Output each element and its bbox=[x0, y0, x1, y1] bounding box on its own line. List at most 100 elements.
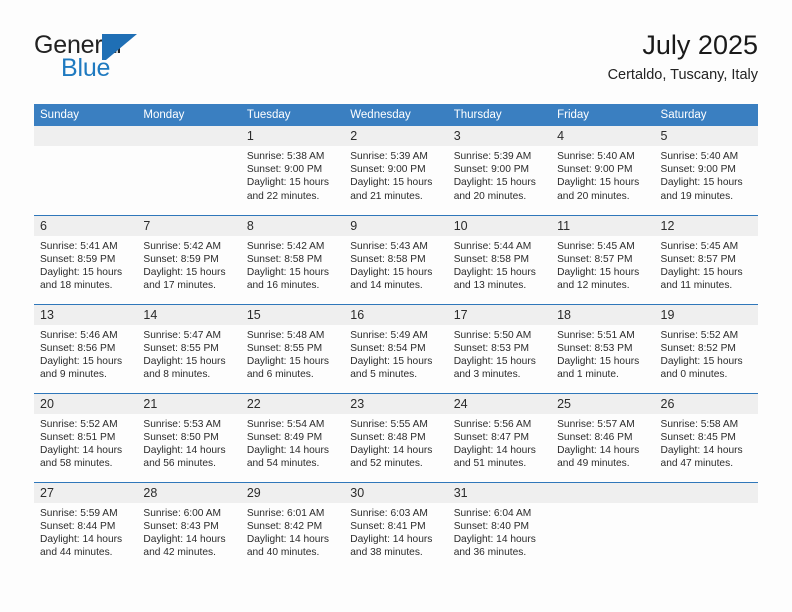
sunset-text: Sunset: 8:58 PM bbox=[350, 253, 426, 265]
calendar-day-cell[interactable]: 29 Sunrise: 6:01 AM Sunset: 8:42 PM Dayligh… bbox=[240, 481, 345, 571]
calendar-day-cell[interactable]: 21 Sunrise: 5:53 AM Sunset: 8:50 PM Dayligh… bbox=[137, 392, 241, 482]
sunrise-text: Sunrise: 5:49 AM bbox=[350, 329, 428, 341]
day-number bbox=[137, 126, 241, 146]
calendar-day-cell[interactable]: 10 Sunrise: 5:44 AM Sunset: 8:58 PM Dayligh… bbox=[447, 214, 552, 304]
day-details: Sunrise: 5:50 AM Sunset: 8:53 PM Daylight:… bbox=[448, 325, 551, 382]
calendar-day-cell[interactable]: 20 Sunrise: 5:52 AM Sunset: 8:51 PM Dayligh… bbox=[34, 392, 138, 482]
day-number: 29 bbox=[240, 482, 345, 503]
daylight-text-line1: Daylight: 14 hours bbox=[143, 533, 226, 545]
calendar-day-cell[interactable]: 28 Sunrise: 6:00 AM Sunset: 8:43 PM Dayligh… bbox=[137, 481, 241, 571]
sunrise-text: Sunrise: 5:52 AM bbox=[40, 418, 118, 430]
daylight-text-line2: and 44 minutes. bbox=[40, 547, 113, 559]
calendar-day-cell[interactable]: 26 Sunrise: 5:58 AM Sunset: 8:45 PM Dayligh… bbox=[654, 392, 758, 482]
sunrise-text: Sunrise: 5:48 AM bbox=[246, 329, 325, 341]
calendar-day-cell[interactable]: 1 Sunrise: 5:38 AM Sunset: 9:00 PM Daylight… bbox=[240, 126, 345, 215]
sunset-text: Sunset: 8:59 PM bbox=[143, 253, 219, 265]
calendar-day-cell[interactable]: 23 Sunrise: 5:55 AM Sunset: 8:48 PM Dayligh… bbox=[344, 392, 448, 482]
calendar-day-cell[interactable]: 14 Sunrise: 5:47 AM Sunset: 8:55 PM Dayligh… bbox=[137, 303, 241, 393]
sunset-text: Sunset: 8:40 PM bbox=[453, 520, 530, 532]
sunset-text: Sunset: 9:00 PM bbox=[557, 164, 633, 176]
daylight-text-line2: and 5 minutes. bbox=[350, 369, 418, 381]
day-details: Sunrise: 5:51 AM Sunset: 8:53 PM Daylight:… bbox=[551, 325, 654, 382]
day-details: Sunrise: 5:40 AM Sunset: 9:00 PM Daylight:… bbox=[655, 146, 758, 203]
calendar-day-cell[interactable]: 8 Sunrise: 5:42 AM Sunset: 8:58 PM Daylight… bbox=[240, 214, 345, 304]
daylight-text-line2: and 19 minutes. bbox=[660, 190, 734, 202]
calendar-day-cell[interactable]: 5 Sunrise: 5:40 AM Sunset: 9:00 PM Daylight… bbox=[654, 126, 758, 215]
day-number: 6 bbox=[34, 215, 138, 236]
sunrise-text: Sunrise: 6:00 AM bbox=[143, 507, 222, 519]
calendar-day-cell[interactable]: 17 Sunrise: 5:50 AM Sunset: 8:53 PM Dayligh… bbox=[447, 303, 552, 393]
sunset-text: Sunset: 8:57 PM bbox=[660, 253, 736, 265]
calendar-day-cell[interactable]: 19 Sunrise: 5:52 AM Sunset: 8:52 PM Dayligh… bbox=[654, 303, 758, 393]
sunrise-text: Sunrise: 5:50 AM bbox=[453, 329, 532, 341]
daylight-text-line2: and 0 minutes. bbox=[660, 369, 728, 381]
calendar-day-cell-empty bbox=[654, 481, 758, 571]
day-number: 12 bbox=[654, 215, 758, 236]
brand-name-blue: Blue bbox=[61, 54, 111, 82]
day-details: Sunrise: 5:41 AM Sunset: 8:59 PM Daylight:… bbox=[34, 236, 137, 293]
daylight-text-line1: Daylight: 15 hours bbox=[350, 355, 433, 367]
day-number: 9 bbox=[344, 215, 448, 236]
daylight-text-line1: Daylight: 15 hours bbox=[350, 177, 433, 189]
day-number: 7 bbox=[137, 215, 241, 236]
daylight-text-line1: Daylight: 15 hours bbox=[660, 177, 743, 189]
daylight-text-line2: and 20 minutes. bbox=[557, 190, 630, 202]
day-details: Sunrise: 5:52 AM Sunset: 8:52 PM Daylight:… bbox=[655, 325, 758, 382]
calendar-day-cell[interactable]: 9 Sunrise: 5:43 AM Sunset: 8:58 PM Daylight… bbox=[344, 214, 448, 304]
calendar-day-cell[interactable]: 2 Sunrise: 5:39 AM Sunset: 9:00 PM Daylight… bbox=[344, 126, 448, 215]
calendar-day-cell[interactable]: 3 Sunrise: 5:39 AM Sunset: 9:00 PM Daylight… bbox=[447, 126, 552, 215]
daylight-text-line2: and 49 minutes. bbox=[557, 458, 630, 470]
day-number bbox=[654, 482, 758, 503]
calendar-week-row: 6 Sunrise: 5:41 AM Sunset: 8:59 PM Daylight… bbox=[34, 214, 758, 304]
weekday-header-tuesday: Tuesday bbox=[240, 104, 345, 126]
calendar-day-cell[interactable]: 31 Sunrise: 6:04 AM Sunset: 8:40 PM Dayligh… bbox=[447, 481, 552, 571]
calendar-day-cell[interactable]: 11 Sunrise: 5:45 AM Sunset: 8:57 PM Dayligh… bbox=[551, 214, 655, 304]
daylight-text-line1: Daylight: 15 hours bbox=[40, 355, 123, 367]
calendar-day-cell[interactable]: 4 Sunrise: 5:40 AM Sunset: 9:00 PM Daylight… bbox=[551, 126, 655, 215]
calendar-week-row: 13 Sunrise: 5:46 AM Sunset: 8:56 PM Dayligh… bbox=[34, 303, 758, 393]
sunset-text: Sunset: 8:45 PM bbox=[660, 431, 736, 443]
day-details: Sunrise: 6:00 AM Sunset: 8:43 PM Daylight:… bbox=[137, 503, 240, 560]
calendar-day-cell[interactable]: 13 Sunrise: 5:46 AM Sunset: 8:56 PM Dayligh… bbox=[34, 303, 138, 393]
daylight-text-line1: Daylight: 14 hours bbox=[40, 444, 123, 456]
day-details: Sunrise: 5:48 AM Sunset: 8:55 PM Daylight:… bbox=[241, 325, 344, 382]
sunset-text: Sunset: 8:47 PM bbox=[453, 431, 530, 443]
sunrise-text: Sunrise: 5:52 AM bbox=[660, 329, 739, 341]
calendar-day-cell[interactable]: 12 Sunrise: 5:45 AM Sunset: 8:57 PM Dayligh… bbox=[654, 214, 758, 304]
brand-logo[interactable]: General Blue bbox=[34, 28, 264, 88]
calendar-day-cell[interactable]: 6 Sunrise: 5:41 AM Sunset: 8:59 PM Daylight… bbox=[34, 214, 138, 304]
daylight-text-line2: and 54 minutes. bbox=[246, 458, 320, 470]
calendar-day-cell[interactable]: 27 Sunrise: 5:59 AM Sunset: 8:44 PM Dayligh… bbox=[34, 481, 138, 571]
calendar-day-cell[interactable]: 24 Sunrise: 5:56 AM Sunset: 8:47 PM Dayligh… bbox=[447, 392, 552, 482]
calendar-day-cell[interactable]: 7 Sunrise: 5:42 AM Sunset: 8:59 PM Daylight… bbox=[137, 214, 241, 304]
calendar-day-cell[interactable]: 15 Sunrise: 5:48 AM Sunset: 8:55 PM Dayligh… bbox=[240, 303, 345, 393]
day-number: 27 bbox=[34, 482, 138, 503]
day-number: 19 bbox=[654, 304, 758, 325]
weekday-header-friday: Friday bbox=[551, 104, 655, 126]
sunrise-text: Sunrise: 5:42 AM bbox=[246, 240, 325, 252]
daylight-text-line2: and 3 minutes. bbox=[453, 369, 521, 381]
sunrise-text: Sunrise: 5:58 AM bbox=[660, 418, 739, 430]
sunset-text: Sunset: 8:44 PM bbox=[40, 520, 116, 532]
calendar-day-cell[interactable]: 22 Sunrise: 5:54 AM Sunset: 8:49 PM Dayligh… bbox=[240, 392, 345, 482]
daylight-text-line2: and 42 minutes. bbox=[143, 547, 216, 559]
daylight-text-line2: and 58 minutes. bbox=[40, 458, 113, 470]
flag-triangle bbox=[106, 34, 137, 60]
daylight-text-line2: and 12 minutes. bbox=[557, 280, 630, 292]
calendar-day-cell[interactable]: 18 Sunrise: 5:51 AM Sunset: 8:53 PM Dayligh… bbox=[551, 303, 655, 393]
daylight-text-line2: and 22 minutes. bbox=[246, 190, 320, 202]
day-details: Sunrise: 6:04 AM Sunset: 8:40 PM Daylight:… bbox=[448, 503, 551, 560]
daylight-text-line1: Daylight: 15 hours bbox=[40, 266, 123, 278]
calendar-day-cell[interactable]: 25 Sunrise: 5:57 AM Sunset: 8:46 PM Dayligh… bbox=[551, 392, 655, 482]
sunrise-text: Sunrise: 5:46 AM bbox=[40, 329, 118, 341]
calendar-day-cell[interactable]: 30 Sunrise: 6:03 AM Sunset: 8:41 PM Dayligh… bbox=[344, 481, 448, 571]
sunset-text: Sunset: 8:42 PM bbox=[246, 520, 323, 532]
calendar-day-cell[interactable]: 16 Sunrise: 5:49 AM Sunset: 8:54 PM Dayligh… bbox=[344, 303, 448, 393]
daylight-text-line2: and 36 minutes. bbox=[453, 547, 527, 559]
sunset-text: Sunset: 8:43 PM bbox=[143, 520, 219, 532]
day-number: 13 bbox=[34, 304, 138, 325]
sunrise-text: Sunrise: 5:40 AM bbox=[660, 151, 739, 162]
day-number: 25 bbox=[551, 393, 655, 414]
day-number: 26 bbox=[654, 393, 758, 414]
calendar-grid: Sunday Monday Tuesday Wednesday Thursday… bbox=[34, 104, 758, 571]
